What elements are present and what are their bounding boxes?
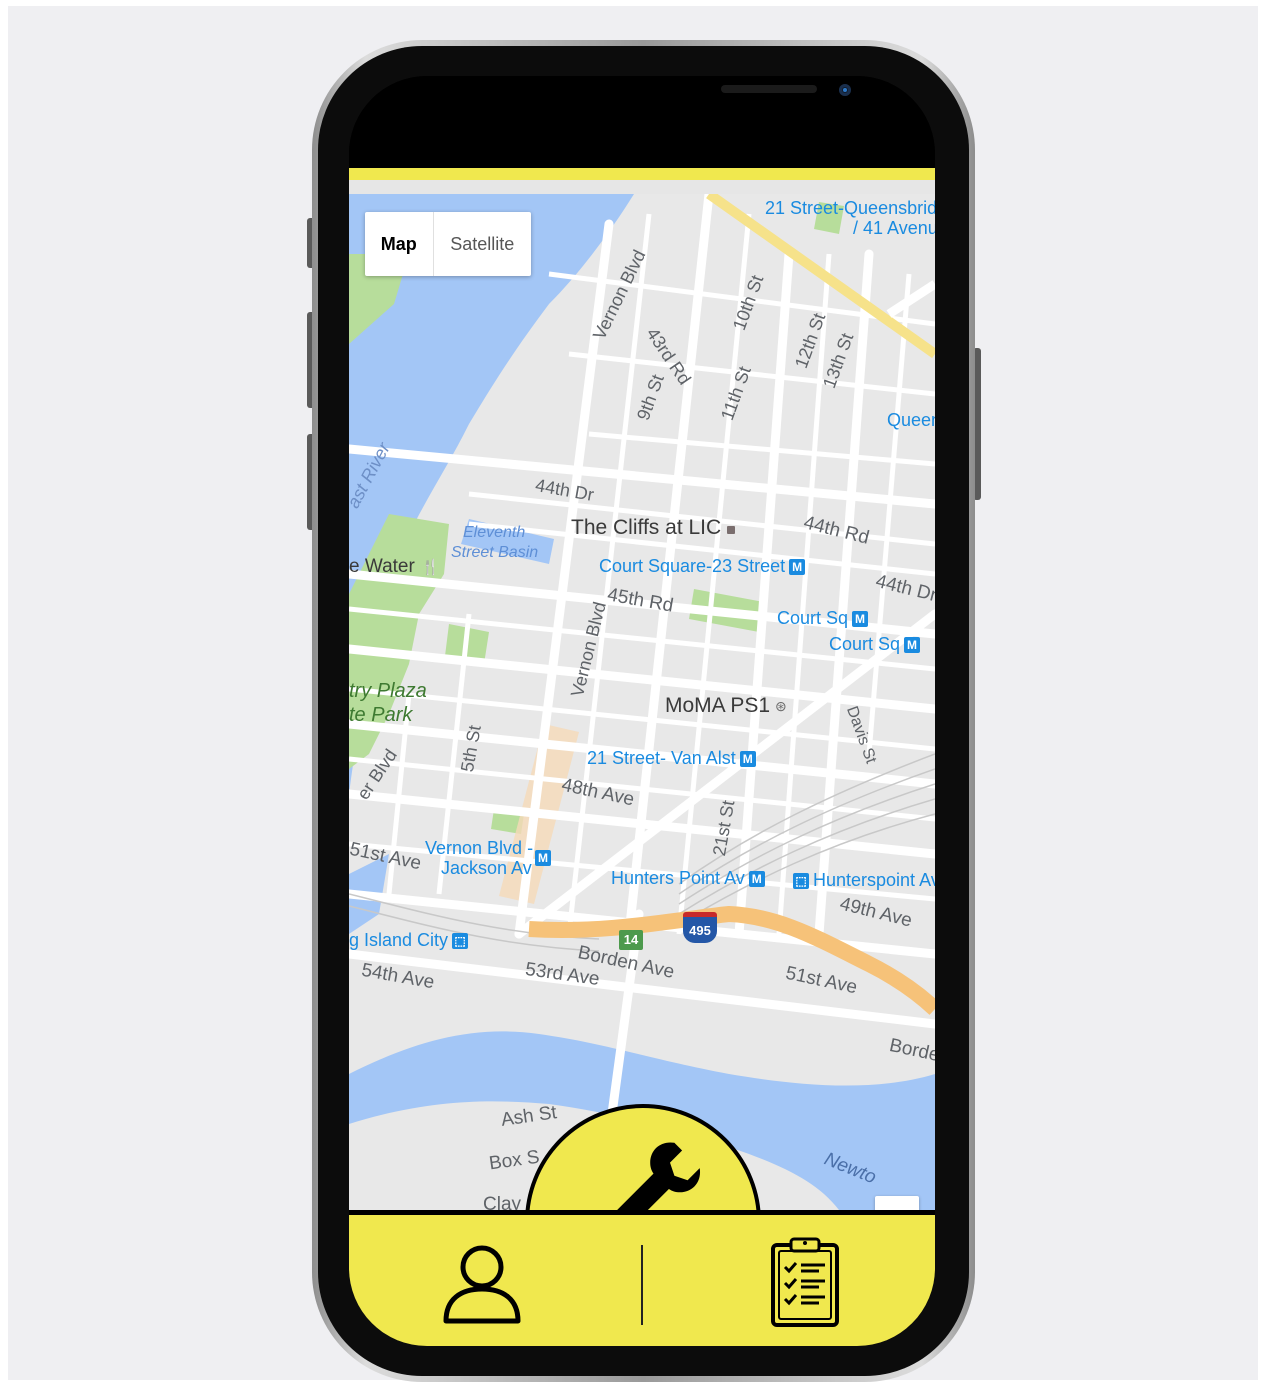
transit-vernon-jackson-1: Vernon Blvd - (425, 838, 534, 858)
transit-court-square-23: Court Square-23 Street M (599, 556, 806, 577)
transit-court-square-23-text: Court Square-23 Street (599, 556, 786, 576)
transit-court-sq-2: Court Sq M (829, 634, 921, 655)
status-bar (349, 76, 935, 168)
subway-icon: M (748, 871, 765, 887)
transit-21-street-van-alst-text: 21 Street- Van Alst (587, 748, 736, 768)
transit-court-sq-2-text: Court Sq (829, 634, 901, 654)
speaker (721, 85, 817, 93)
gantry-park-label-1: try Plaza (349, 680, 427, 702)
transit-queens-label: Queen (887, 410, 935, 430)
eleventh-street-basin-label-1: Eleventh (463, 524, 526, 541)
subway-icon: M (852, 611, 869, 627)
map-type-control[interactable]: Map Satellite (365, 212, 531, 276)
map-type-map-button[interactable]: Map (365, 212, 434, 276)
restaurant-icon: 🍴 (421, 559, 440, 576)
poi-cliffs-at-lic[interactable]: The Cliffs at LIC (571, 516, 721, 540)
transit-vernon-jackson-2-text: Jackson Av (441, 858, 532, 878)
street-clay: Clay (483, 1194, 522, 1210)
bottom-nav-bar (349, 1210, 935, 1346)
interstate-495-shield: 495 (683, 912, 717, 943)
gantry-park-label-2: te Park (349, 704, 413, 726)
eleventh-street-basin-label-2: Street Basin (451, 544, 539, 561)
train-icon: ⬚ (452, 933, 469, 949)
transit-long-island-city-text: g Island City (349, 930, 449, 950)
phone-screen: Map Satellite 21 Street-Queensbridg / 41… (349, 76, 935, 1346)
pegman-icon[interactable] (875, 1196, 919, 1210)
route-14-shield: 14 (619, 930, 643, 950)
transit-queensbridge-label-2: / 41 Avenu (853, 218, 935, 238)
poi-water-restaurant[interactable]: e Water (349, 556, 415, 578)
user-icon[interactable] (441, 1243, 523, 1325)
transit-21-street-van-alst: 21 Street- Van Alst M (587, 748, 756, 769)
notch (477, 76, 851, 124)
header-divider (349, 180, 935, 194)
transit-hunterspoint-lirr: ⬚ Hunterspoint Av (793, 870, 935, 891)
front-camera (839, 84, 851, 96)
transit-court-sq-1-text: Court Sq (777, 608, 849, 628)
subway-icon: M (739, 751, 756, 767)
transit-hunters-point: Hunters Point Av M (611, 868, 765, 889)
transit-vernon-jackson-2: Jackson Av (441, 858, 532, 879)
clipboard-checklist-icon[interactable] (769, 1235, 841, 1327)
header-accent-strip (349, 168, 935, 180)
map-type-satellite-button[interactable]: Satellite (434, 212, 531, 276)
queens-plaza-road (886, 280, 935, 318)
subway-icon: M (904, 637, 921, 653)
subway-icon: M (535, 850, 551, 866)
museum-icon: ⊛ (775, 698, 787, 714)
transit-court-sq-1: Court Sq M (777, 608, 869, 629)
transit-queensbridge-label-1: 21 Street-Queensbridg (765, 198, 935, 218)
transit-hunters-point-text: Hunters Point Av (611, 868, 745, 888)
nav-divider (641, 1245, 643, 1325)
transit-long-island-city: g Island City ⬚ (349, 930, 469, 951)
train-icon: ⬚ (793, 873, 809, 889)
map-view[interactable]: Map Satellite 21 Street-Queensbridg / 41… (349, 194, 935, 1210)
subway-icon: M (789, 559, 806, 575)
poi-cliffs-marker-icon (727, 526, 735, 534)
poi-moma-ps1[interactable]: MoMA PS1 (665, 694, 770, 718)
transit-hunterspoint-lirr-text: Hunterspoint Av (813, 870, 935, 890)
